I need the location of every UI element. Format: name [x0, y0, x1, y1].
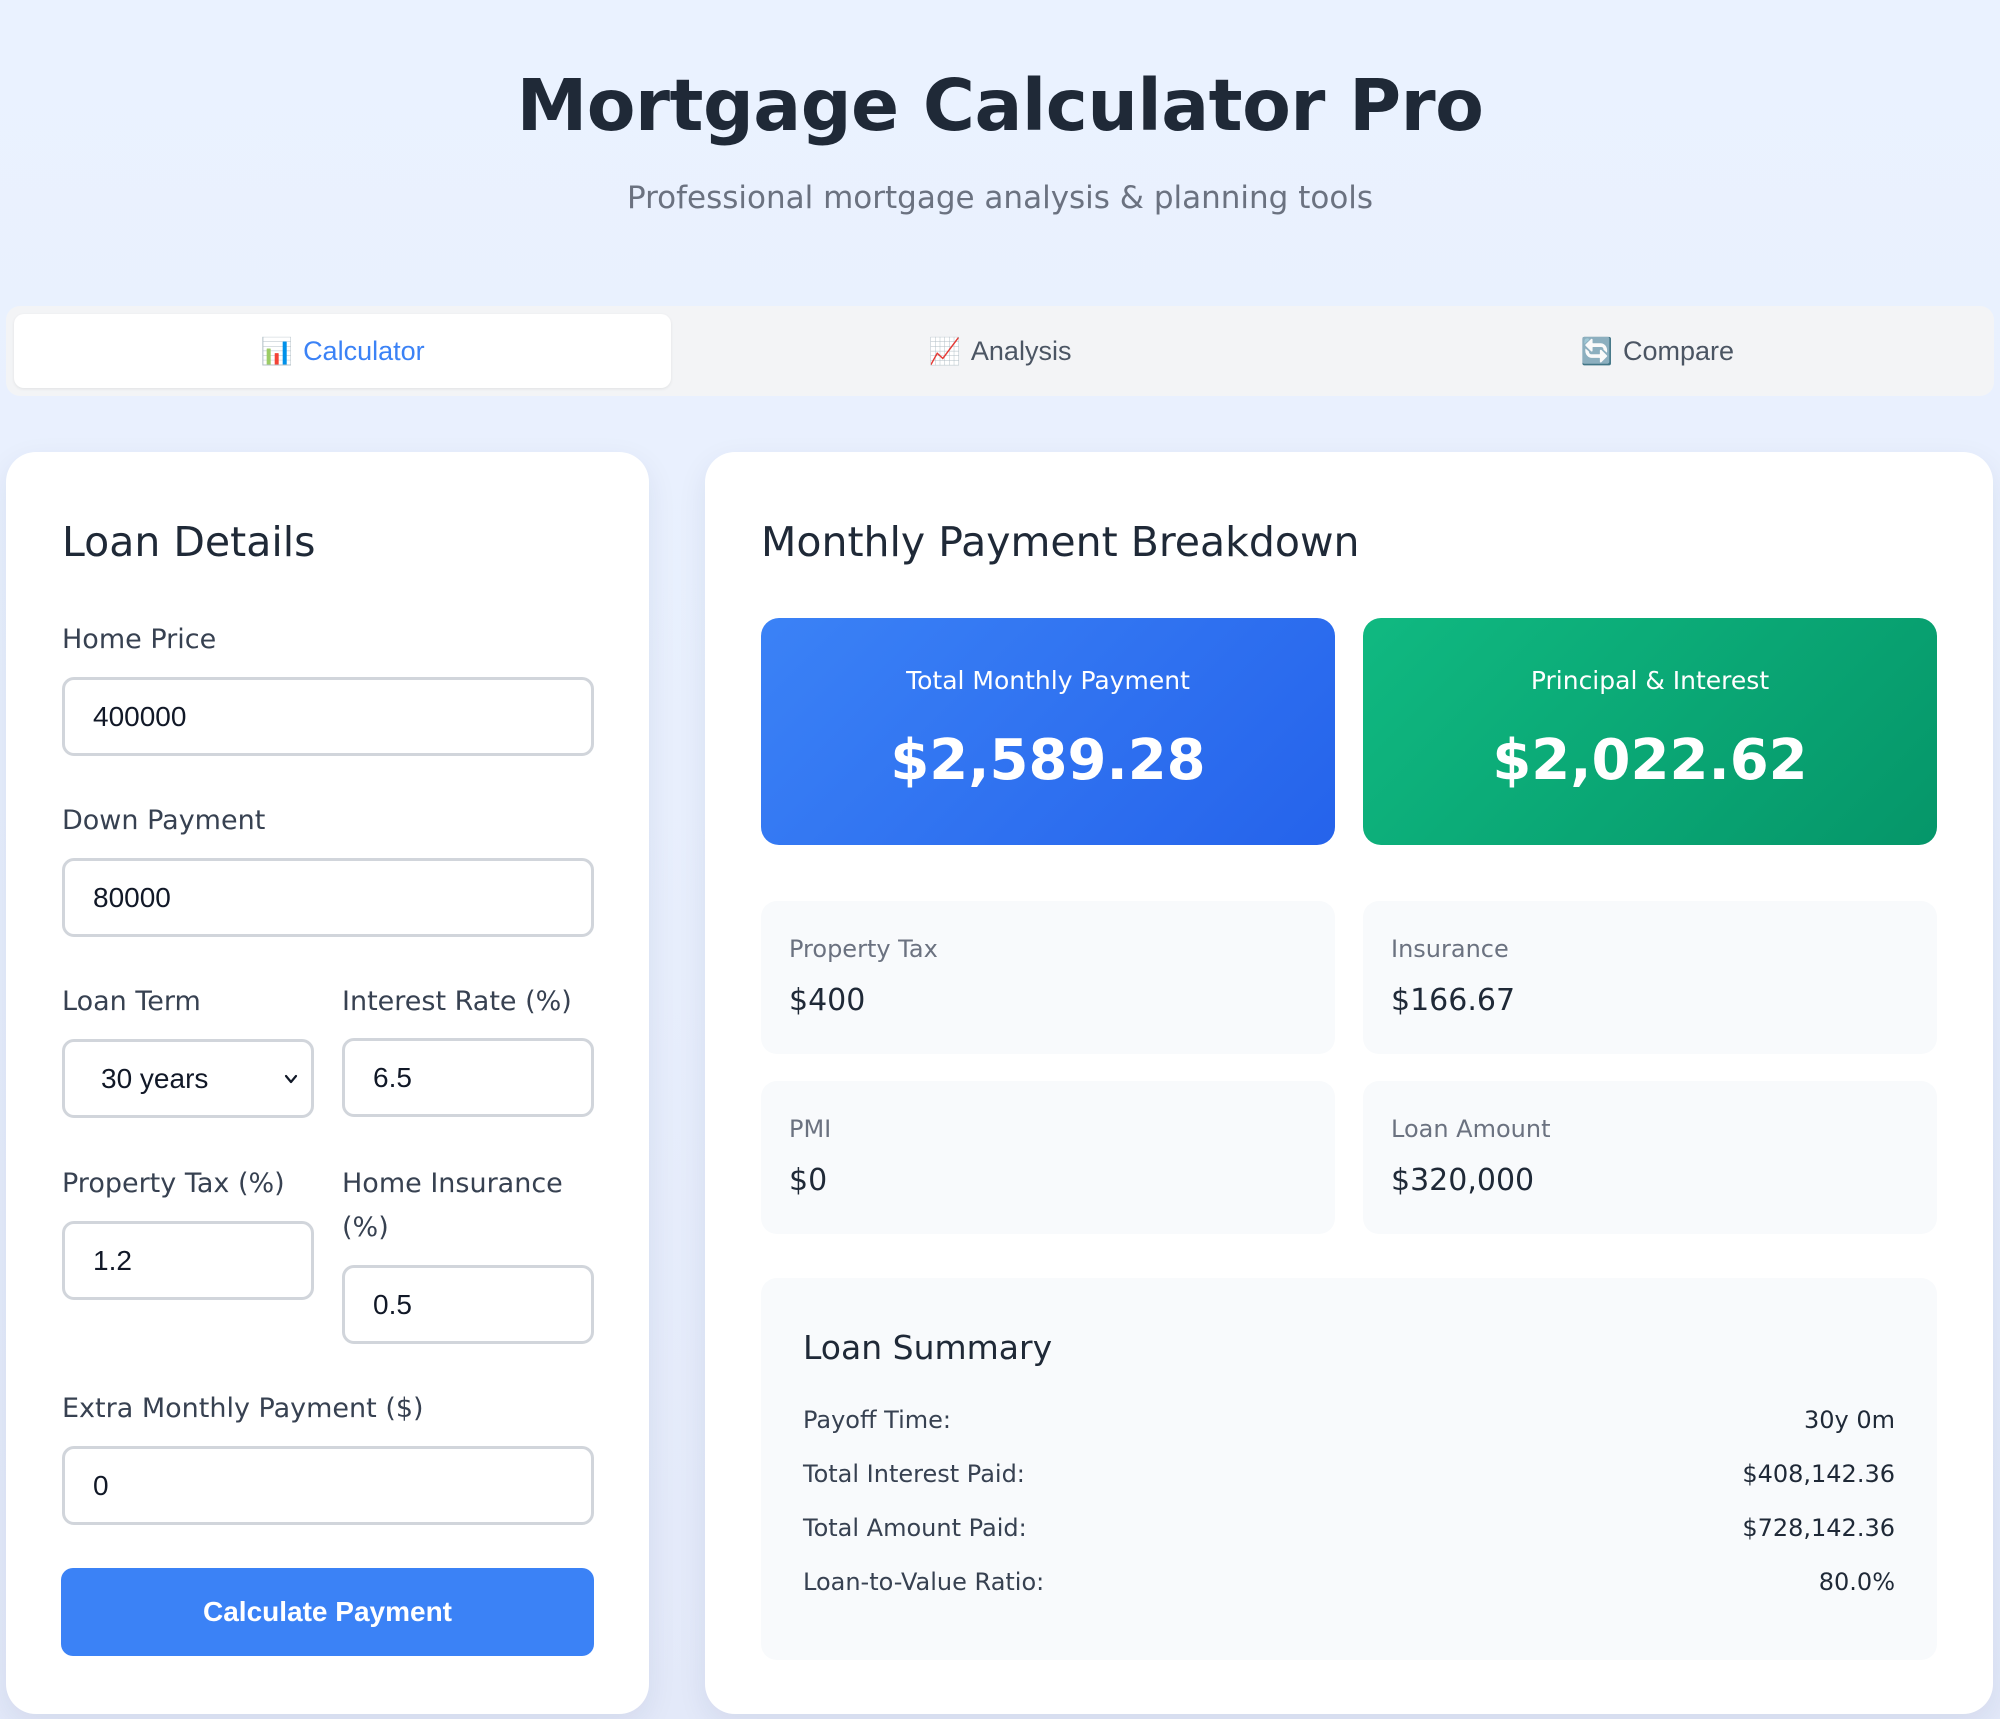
insurance-card-value: $166.67: [1391, 983, 1516, 1018]
summary-row-value: 30y 0m: [1803, 1406, 1895, 1434]
summary-row: Loan-to-Value Ratio: 80.0%: [803, 1568, 1895, 1604]
line-chart-icon: 📈: [928, 335, 961, 366]
home-insurance-label: Home Insurance: [342, 1168, 563, 1199]
summary-row: Total Interest Paid: $408,142.36: [803, 1460, 1895, 1496]
summary-row-label: Total Interest Paid:: [803, 1460, 1025, 1488]
summary-row-value: $408,142.36: [1742, 1460, 1895, 1488]
loan-term-select[interactable]: 30 years: [62, 1039, 314, 1118]
property-tax-input[interactable]: 1.2: [62, 1221, 314, 1300]
payment-breakdown-card: Monthly Payment Breakdown Total Monthly …: [705, 452, 1993, 1714]
down-payment-value: 80000: [93, 881, 171, 913]
tab-bar: 📊 Calculator 📈 Analysis 🔄 Compare: [6, 306, 1994, 396]
pmi-card-label: PMI: [789, 1115, 832, 1143]
loan-details-title: Loan Details: [62, 518, 316, 566]
down-payment-input[interactable]: 80000: [62, 858, 594, 937]
extra-payment-input[interactable]: 0: [62, 1446, 594, 1525]
principal-interest-card: Principal & Interest $2,022.62: [1363, 618, 1937, 845]
property-tax-card-value: $400: [789, 983, 866, 1018]
total-monthly-payment-value: $2,589.28: [890, 728, 1206, 793]
extra-payment-value: 0: [93, 1469, 109, 1501]
loan-details-card: Loan Details Home Price 400000 Down Paym…: [6, 452, 649, 1714]
down-payment-label: Down Payment: [62, 805, 266, 836]
interest-rate-input[interactable]: 6.5: [342, 1038, 594, 1117]
interest-rate-value: 6.5: [373, 1061, 412, 1093]
loan-amount-card-label: Loan Amount: [1391, 1115, 1551, 1143]
summary-row-value: 80.0%: [1818, 1568, 1895, 1596]
page-header: Mortgage Calculator Pro Professional mor…: [0, 0, 2000, 300]
home-insurance-input[interactable]: 0.5: [342, 1265, 594, 1344]
compare-icon: 🔄: [1580, 335, 1613, 366]
property-tax-value: 1.2: [93, 1244, 132, 1276]
summary-row: Total Amount Paid: $728,142.36: [803, 1514, 1895, 1550]
tab-label: Analysis: [970, 335, 1072, 366]
property-tax-label: Property Tax (%): [62, 1168, 285, 1199]
home-price-value: 400000: [93, 700, 187, 732]
interest-rate-label: Interest Rate (%): [342, 986, 572, 1017]
loan-amount-card-value: $320,000: [1391, 1163, 1535, 1198]
tab-analysis[interactable]: 📈 Analysis: [671, 314, 1328, 388]
home-insurance-label-unit: (%): [342, 1212, 389, 1243]
page-title: Mortgage Calculator Pro: [516, 64, 1484, 147]
loan-term-value: 30 years: [101, 1062, 209, 1094]
home-insurance-value: 0.5: [373, 1288, 412, 1320]
summary-row-label: Total Amount Paid:: [803, 1514, 1027, 1542]
pmi-card: PMI $0: [761, 1081, 1335, 1234]
tab-calculator[interactable]: 📊 Calculator: [14, 314, 672, 388]
loan-term-label: Loan Term: [62, 986, 201, 1017]
total-monthly-payment-label: Total Monthly Payment: [906, 666, 1190, 695]
calculate-payment-button[interactable]: Calculate Payment: [61, 1568, 594, 1656]
tab-compare[interactable]: 🔄 Compare: [1329, 314, 1986, 388]
loan-amount-card: Loan Amount $320,000: [1363, 1081, 1937, 1234]
pmi-card-value: $0: [789, 1163, 828, 1198]
total-monthly-payment-card: Total Monthly Payment $2,589.28: [761, 618, 1335, 845]
chevron-down-icon: [284, 1074, 298, 1083]
summary-row-label: Loan-to-Value Ratio:: [803, 1568, 1045, 1596]
payment-breakdown-title: Monthly Payment Breakdown: [761, 518, 1360, 566]
loan-summary-title: Loan Summary: [803, 1328, 1053, 1367]
bar-chart-icon: 📊: [260, 335, 294, 366]
page-subtitle: Professional mortgage analysis & plannin…: [626, 180, 1374, 216]
principal-interest-value: $2,022.62: [1492, 728, 1808, 793]
insurance-card: Insurance $166.67: [1363, 901, 1937, 1054]
tab-label: Compare: [1622, 335, 1735, 366]
tab-label: Calculator: [303, 335, 425, 366]
loan-summary-panel: Loan Summary Payoff Time: 30y 0m Total I…: [761, 1278, 1937, 1660]
summary-row: Payoff Time: 30y 0m: [803, 1406, 1895, 1442]
home-price-input[interactable]: 400000: [62, 677, 594, 756]
property-tax-card-label: Property Tax: [789, 935, 938, 963]
home-price-label: Home Price: [62, 624, 217, 655]
extra-payment-label: Extra Monthly Payment ($): [62, 1393, 424, 1424]
insurance-card-label: Insurance: [1391, 935, 1509, 963]
summary-row-value: $728,142.36: [1742, 1514, 1895, 1542]
principal-interest-label: Principal & Interest: [1530, 666, 1770, 695]
summary-row-label: Payoff Time:: [803, 1406, 951, 1434]
property-tax-card: Property Tax $400: [761, 901, 1335, 1054]
